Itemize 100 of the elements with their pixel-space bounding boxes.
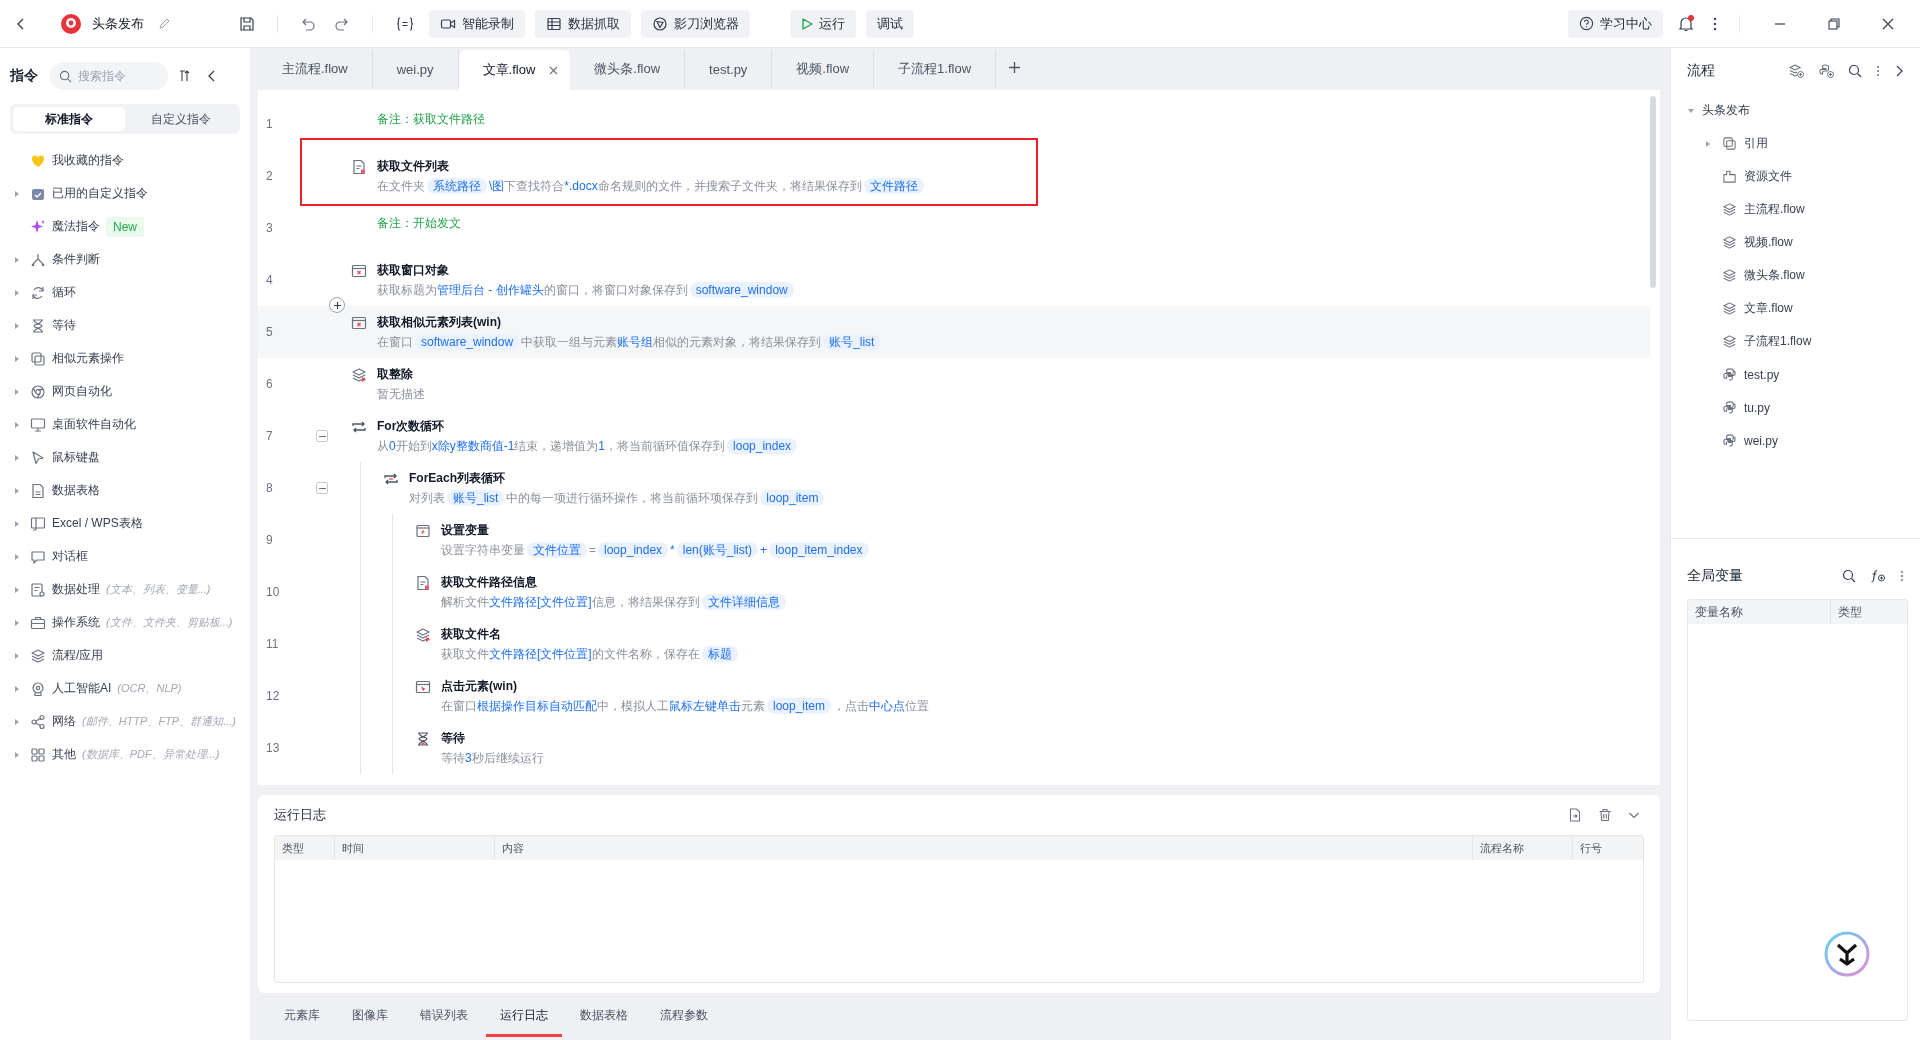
command-category[interactable]: 桌面软件自动化 (10, 408, 240, 441)
command-category[interactable]: 人工智能AI (OCR、NLP) (10, 672, 240, 705)
variable-chip[interactable]: len(账号_list) (676, 542, 759, 558)
command-category[interactable]: 相似元素操作 (10, 342, 240, 375)
link[interactable]: 0 (389, 439, 396, 453)
variable-chip[interactable]: 标题 (701, 646, 738, 662)
link[interactable]: 根据操作目标自动匹配 (477, 699, 597, 713)
variable-chip[interactable]: loop_item (760, 490, 825, 506)
variable-chip[interactable]: 账号_list (447, 490, 505, 506)
step-title: 获取相似元素列表(win) (377, 314, 502, 331)
category-label: 相似元素操作 (52, 350, 124, 367)
help-button[interactable]: 学习中心 (1568, 9, 1663, 38)
bottom-tab[interactable]: 错误列表 (406, 993, 482, 1037)
close-icon[interactable] (549, 65, 559, 75)
command-category[interactable]: 网络 (邮件、HTTP、FTP、群通知...) (10, 705, 240, 738)
bottom-tab[interactable]: 流程参数 (646, 993, 722, 1037)
tree-item[interactable]: 微头条.flow (1687, 259, 1908, 292)
collapse-button[interactable] (316, 482, 328, 494)
variable-chip[interactable]: loop_item_index (769, 542, 869, 558)
line-number: 7 (266, 429, 274, 443)
window-icon (351, 315, 367, 331)
command-category[interactable]: 等待 (10, 309, 240, 342)
python-icon (1722, 367, 1737, 382)
command-category[interactable]: 我收藏的指令 (10, 144, 240, 177)
tree-item[interactable]: 主流程.flow (1687, 193, 1908, 226)
python-icon (1722, 433, 1737, 448)
command-category[interactable]: 网页自动化 (10, 375, 240, 408)
file-tab[interactable]: 文章.flow (458, 50, 571, 90)
command-category[interactable]: 操作系统 (文件、文件夹、剪贴板...) (10, 606, 240, 639)
variable-chip[interactable]: loop_index (598, 542, 669, 558)
command-category[interactable]: 流程/应用 (10, 639, 240, 672)
tree-item[interactable]: wei.py (1687, 424, 1908, 457)
bottom-tab[interactable]: 运行日志 (486, 993, 562, 1037)
scrollbar[interactable] (1650, 96, 1656, 288)
tree-item[interactable]: tu.py (1687, 391, 1908, 424)
tree-item[interactable]: 引用 (1687, 127, 1908, 160)
link[interactable]: + (760, 543, 768, 557)
link[interactable]: 文件路径[文件位置] (489, 595, 592, 609)
tab[interactable]: 标准指令 (13, 107, 125, 131)
link[interactable]: 账号组 (617, 335, 654, 349)
bottom-tab[interactable]: 数据表格 (566, 993, 642, 1037)
link[interactable]: *.docx (564, 179, 598, 193)
column-header: 变量名称 (1688, 600, 1831, 624)
variable-chip[interactable]: software_window (415, 334, 520, 350)
tree-item[interactable]: 资源文件 (1687, 160, 1908, 193)
layers-icon (1722, 334, 1737, 349)
tree-item[interactable]: 头条发布 (1687, 94, 1908, 127)
search-field[interactable]: 搜索指令 (50, 62, 168, 90)
command-category[interactable]: 已用的自定义指令 (10, 177, 240, 210)
file-tab[interactable]: 子流程1.flow (874, 50, 997, 88)
link[interactable]: 文件路径[文件位置] (489, 647, 592, 661)
link[interactable]: \图 (489, 179, 505, 193)
command-category[interactable]: Excel / WPS表格 (10, 507, 240, 540)
variable-chip[interactable]: loop_index (727, 438, 798, 454)
command-category[interactable]: 鼠标键盘 (10, 441, 240, 474)
add-step-button[interactable] (329, 297, 345, 313)
toolbar-button[interactable]: 智能录制 (429, 9, 525, 38)
layers-icon (30, 647, 46, 664)
file-tab[interactable]: test.py (685, 50, 773, 88)
step-title: 获取文件列表 (377, 158, 450, 175)
tree-item[interactable]: 视频.flow (1687, 226, 1908, 259)
line-number: 10 (266, 585, 281, 599)
bottom-tab[interactable]: 图像库 (338, 993, 402, 1037)
bottom-tab[interactable]: 元素库 (270, 993, 334, 1037)
file-tab[interactable]: 微头条.flow (570, 50, 686, 88)
link[interactable]: 1 (598, 439, 606, 453)
file-tab[interactable]: wei.py (372, 50, 459, 88)
variable-chip[interactable]: software_window (689, 282, 794, 298)
variable-chip[interactable]: 文件详细信息 (701, 594, 786, 610)
tree-item[interactable]: test.py (1687, 358, 1908, 391)
command-category[interactable]: 数据表格 (10, 474, 240, 507)
document-icon (30, 482, 46, 499)
link[interactable]: x除y整数商值-1 (431, 439, 515, 453)
variable-chip[interactable]: 账号_list (823, 334, 881, 350)
variable-chip[interactable]: 文件路径 (863, 178, 924, 194)
link[interactable]: 鼠标左键单击 (669, 699, 741, 713)
debug-button[interactable]: 调试 (866, 9, 914, 38)
link[interactable]: * (670, 543, 675, 557)
command-category[interactable]: 数据处理 (文本、列表、变量...) (10, 573, 240, 606)
file-tab[interactable]: 主流程.flow (258, 50, 373, 88)
file-tab[interactable]: 视频.flow (772, 50, 875, 88)
tree-item[interactable]: 文章.flow (1687, 292, 1908, 325)
command-category[interactable]: 条件判断 (10, 243, 240, 276)
command-category[interactable]: 魔法指令 New (10, 210, 240, 243)
variable-chip[interactable]: 文件位置 (527, 542, 587, 558)
toolbar-button[interactable]: 影刀浏览器 (641, 9, 750, 38)
variable-chip[interactable]: loop_item (767, 698, 832, 714)
run-button[interactable]: 运行 (790, 9, 856, 38)
tree-item[interactable]: 子流程1.flow (1687, 325, 1908, 358)
line-number: 4 (266, 273, 274, 287)
command-category[interactable]: 循环 (10, 276, 240, 309)
tab[interactable]: 自定义指令 (125, 107, 237, 131)
command-category[interactable]: 其他 (数据库、PDF、异常处理...) (10, 738, 240, 771)
collapse-button[interactable] (316, 430, 328, 442)
link[interactable]: 管理后台 - 创作罐头 (437, 283, 544, 297)
link[interactable]: 中心点 (869, 699, 906, 713)
variable-chip[interactable]: 系统路径 (427, 178, 487, 194)
toolbar-button[interactable]: 数据抓取 (535, 9, 631, 38)
link[interactable]: 3 (465, 751, 472, 765)
command-category[interactable]: 对话框 (10, 540, 240, 573)
